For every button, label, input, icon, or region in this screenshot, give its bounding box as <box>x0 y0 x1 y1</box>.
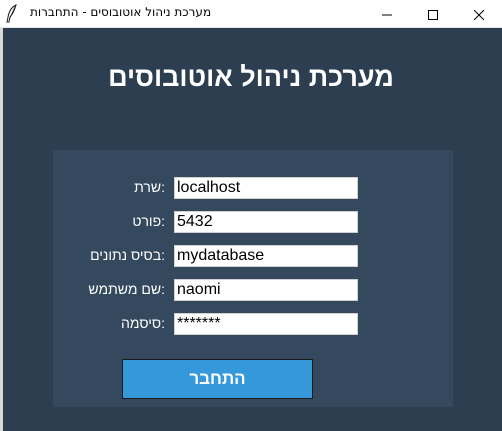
maximize-icon <box>428 5 438 24</box>
password-label-wrap: :סיסמה <box>53 313 165 335</box>
username-label: :שם משתמש <box>88 281 165 297</box>
page-title: מערכת ניהול אוטובוסים <box>108 62 394 92</box>
port-label-wrap: :פורט <box>53 211 165 233</box>
port-label: :פורט <box>132 213 165 229</box>
minimize-icon <box>382 5 392 24</box>
connect-button[interactable]: התחבר <box>122 359 313 399</box>
database-label-wrap: :בסיס נתונים <box>53 245 165 267</box>
server-label-wrap: :שרת <box>53 177 165 199</box>
feather-icon <box>4 4 20 24</box>
login-window: מערכת ניהול אוטובוסים - התחברות מערכת ני… <box>0 0 502 431</box>
username-label-wrap: :שם משתמש <box>53 279 165 301</box>
maximize-button[interactable] <box>410 0 456 28</box>
title-bar[interactable]: מערכת ניהול אוטובוסים - התחברות <box>0 0 502 28</box>
window-title: מערכת ניהול אוטובוסים - התחברות <box>30 5 212 19</box>
server-label: :שרת <box>134 179 165 195</box>
database-label: :בסיס נתונים <box>90 247 165 263</box>
password-label: :סיסמה <box>121 315 165 331</box>
port-input[interactable] <box>174 211 358 233</box>
database-input[interactable] <box>174 245 358 267</box>
close-button[interactable] <box>456 0 502 28</box>
minimize-button[interactable] <box>364 0 410 28</box>
login-panel: :שרת :פורט :בסיס נתונים :שם משתמש :סיסמה… <box>53 150 453 407</box>
password-input[interactable] <box>174 313 358 335</box>
username-input[interactable] <box>174 279 358 301</box>
close-icon <box>473 5 485 24</box>
server-input[interactable] <box>174 177 358 199</box>
